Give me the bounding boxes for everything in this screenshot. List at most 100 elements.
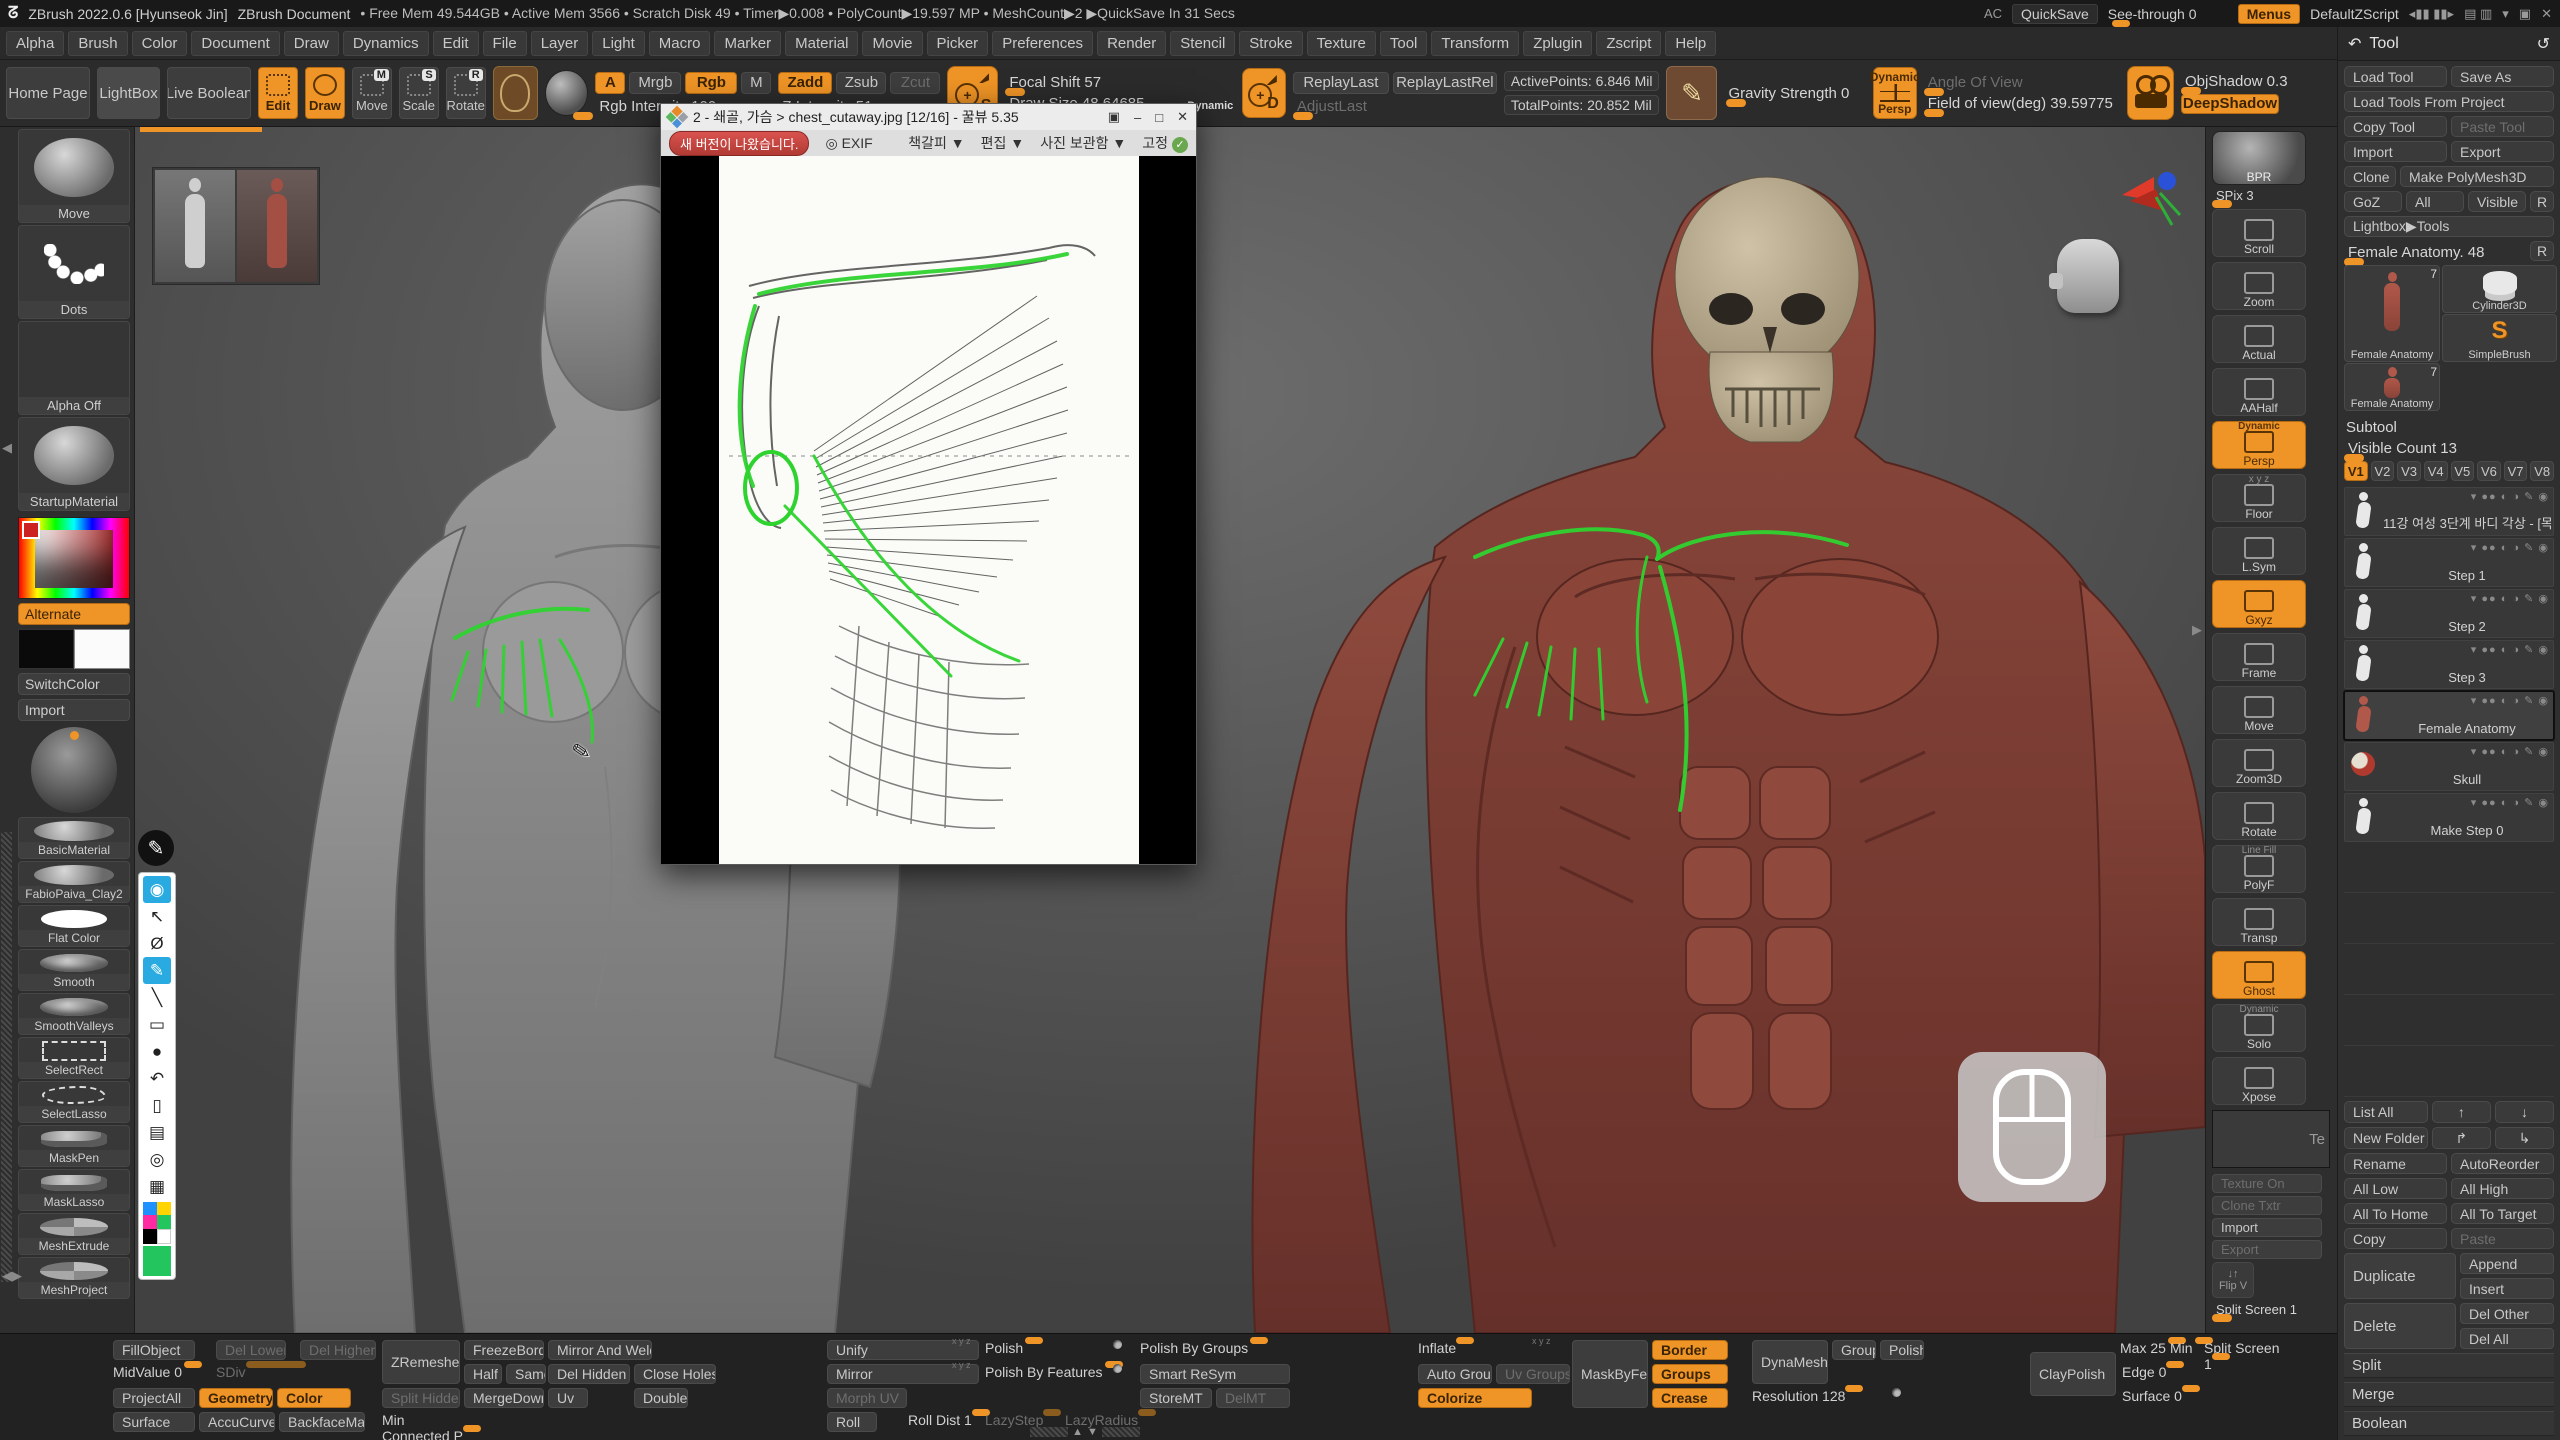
delete-button[interactable]: Delete — [2344, 1303, 2456, 1349]
visible-count-slider[interactable]: Visible Count 13 — [2344, 440, 2554, 457]
right-tray-item[interactable]: Dynamic Solo — [2212, 1004, 2306, 1052]
subtool-item[interactable]: ▾ ●● ◐ ◑ ✎ ◉ Step 3 — [2344, 640, 2554, 689]
replay-last-rel-button[interactable]: ReplayLastRel — [1393, 72, 1497, 94]
tool-button[interactable]: Load Tool — [2344, 66, 2447, 87]
rotate-button[interactable]: R Rotate — [446, 67, 486, 119]
scale-button[interactable]: S Scale — [399, 67, 439, 119]
focal-shift-slider[interactable]: Focal Shift 57 — [1005, 74, 1235, 91]
female-anatomy-slider[interactable]: Female Anatomy. 48 — [2344, 244, 2526, 261]
right-tray-item[interactable]: Ghost — [2212, 951, 2306, 999]
crease-button[interactable]: Crease — [1652, 1388, 1728, 1408]
tool-button[interactable]: Visible — [2468, 191, 2526, 212]
texture-on-button[interactable]: Texture On — [2212, 1174, 2322, 1193]
backface-mask-button[interactable]: BackfaceMask — [279, 1412, 365, 1432]
del-other-button[interactable]: Del Other — [2460, 1303, 2554, 1324]
material-brush-tile[interactable]: MaskPen — [18, 1125, 130, 1167]
subtool-page-tab[interactable]: V2 — [2371, 461, 2395, 481]
tool-refresh-icon[interactable]: ↺ — [2537, 34, 2550, 54]
rgb-button[interactable]: Rgb — [685, 72, 737, 94]
roll-button[interactable]: Roll — [827, 1412, 877, 1432]
switch-color-button[interactable]: SwitchColor — [18, 673, 130, 695]
subtool-visibility-icons[interactable]: ▾ ●● ◐ ◑ ✎ ◉ — [2471, 796, 2549, 809]
adjust-last-slider[interactable]: AdjustLast — [1293, 98, 1497, 115]
viewer-fullscreen-button[interactable]: ▣ — [1108, 109, 1120, 125]
tool-button[interactable]: Copy Tool — [2344, 116, 2447, 137]
obj-shadow-slider[interactable]: ObjShadow 0.3 — [2181, 73, 2331, 90]
menu-item[interactable]: Marker — [714, 31, 781, 56]
half-button[interactable]: Half — [464, 1364, 502, 1384]
edit-menu[interactable]: 편집 ▼ — [981, 133, 1025, 153]
restore-button[interactable]: ▣ — [2519, 6, 2531, 22]
menu-item[interactable]: Macro — [649, 31, 711, 56]
annotation-tool-button[interactable]: ✎ — [143, 957, 171, 984]
split-screen-slider-bottom[interactable]: Split Screen 1 — [2204, 1340, 2290, 1372]
subtool-section-header[interactable]: Subtool — [2344, 419, 2554, 436]
tool-button[interactable]: GoZ — [2344, 191, 2402, 212]
tool-button[interactable]: Lightbox▶Tools — [2344, 216, 2554, 237]
subtool-op-button[interactable]: All High — [2451, 1178, 2554, 1199]
r-button[interactable]: R — [2530, 241, 2554, 261]
geometry-button[interactable]: Geometry — [199, 1388, 273, 1408]
dynamesh-button[interactable]: DynaMesh — [1752, 1340, 1828, 1384]
same-button[interactable]: Same — [506, 1364, 546, 1384]
polish-button2[interactable]: Polish — [1880, 1340, 1924, 1360]
duplicate-button[interactable]: Duplicate — [2344, 1253, 2456, 1299]
material-brush-tile[interactable]: SmoothValleys — [18, 993, 130, 1035]
live-boolean-button[interactable]: Live Boolean — [167, 67, 251, 119]
pen-app-logo-icon[interactable]: ✎ — [138, 830, 174, 866]
close-holes-button[interactable]: Close Holes — [634, 1364, 716, 1384]
draw-button[interactable]: Draw — [305, 67, 345, 119]
color-palette[interactable] — [143, 1202, 171, 1244]
zcut-button[interactable]: Zcut — [890, 72, 940, 94]
subtool-item[interactable]: ▾ ●● ◐ ◑ ✎ ◉ Skull — [2344, 742, 2554, 791]
clone-texture-button[interactable]: Clone Txtr — [2212, 1196, 2322, 1215]
subtool-op-button[interactable]: All To Home — [2344, 1203, 2447, 1224]
menu-item[interactable]: Dynamics — [343, 31, 429, 56]
zadd-button[interactable]: Zadd — [778, 72, 832, 94]
surface-button[interactable]: Surface — [113, 1412, 195, 1432]
draw-size-dynamic-icon[interactable]: + D — [1242, 68, 1285, 118]
right-tray-item[interactable]: Xpose — [2212, 1057, 2306, 1105]
tool-thumb-female-anatomy-2[interactable]: 7 Female Anatomy — [2344, 363, 2440, 411]
quicksave-button[interactable]: QuickSave — [2012, 4, 2098, 24]
tool-panel-header[interactable]: ↶ Tool ↺ — [2338, 27, 2560, 61]
menu-item[interactable]: Movie — [862, 31, 922, 56]
bookmark-menu[interactable]: 책갈피 ▼ — [908, 133, 964, 153]
subtool-item[interactable]: ▾ ●● ◐ ◑ ✎ ◉ Female Anatomy — [2344, 691, 2554, 740]
flip-v-button[interactable]: ↓↑Flip V — [2212, 1262, 2254, 1298]
texture-preview-panel[interactable]: Te — [2212, 1110, 2330, 1168]
move-out-button[interactable]: ↱ — [2432, 1127, 2491, 1149]
polish-toggle[interactable] — [1113, 1340, 1122, 1349]
canvas-top-handle[interactable] — [140, 127, 262, 132]
min-connected-slider[interactable]: Min Connected P — [382, 1412, 468, 1440]
right-tray-item[interactable]: AAHalf — [2212, 368, 2306, 416]
polish-by-features-slider[interactable]: Polish By Features — [985, 1364, 1107, 1380]
del-higher-button[interactable]: Del Higher — [300, 1340, 376, 1360]
menu-item[interactable]: File — [483, 31, 527, 56]
del-mt-button[interactable]: DelMT — [1216, 1388, 1290, 1408]
annotation-tool-button[interactable]: ↶ — [143, 1065, 171, 1092]
edge-slider[interactable]: Edge 0 — [2122, 1364, 2192, 1380]
subtool-op-button[interactable]: Paste — [2451, 1228, 2554, 1249]
menu-item[interactable]: Picker — [927, 31, 989, 56]
menu-item[interactable]: Stroke — [1239, 31, 1302, 56]
subtool-item[interactable]: ▾ ●● ◐ ◑ ✎ ◉ Make Step 0 — [2344, 793, 2554, 842]
document-thumbnails[interactable] — [152, 167, 320, 285]
tool-button[interactable]: Load Tools From Project — [2344, 91, 2554, 112]
color-a-button[interactable]: A — [595, 72, 625, 94]
subtool-item[interactable]: ▾ ●● ◐ ◑ ✎ ◉ Step 2 — [2344, 589, 2554, 638]
annotation-tool-button[interactable]: ▤ — [143, 1119, 171, 1146]
del-all-button[interactable]: Del All — [2460, 1328, 2554, 1349]
right-tray-item[interactable]: Zoom3D — [2212, 739, 2306, 787]
current-brush-thumbnail[interactable] — [493, 66, 538, 120]
subtool-visibility-icons[interactable]: ▾ ●● ◐ ◑ ✎ ◉ — [2471, 592, 2549, 605]
current-pen-color[interactable] — [143, 1246, 171, 1276]
menu-item[interactable]: Draw — [284, 31, 339, 56]
material-brush-tile[interactable]: SelectRect — [18, 1037, 130, 1079]
store-mt-button[interactable]: StoreMT — [1140, 1388, 1212, 1408]
resolution-toggle[interactable] — [1892, 1388, 1901, 1397]
tool-thumb-cylinder3d[interactable]: Cylinder3D — [2442, 265, 2557, 313]
tool-button[interactable]: Clone — [2344, 166, 2396, 187]
menu-item[interactable]: Light — [592, 31, 645, 56]
thumbnail-muscle-figure[interactable] — [237, 170, 317, 282]
